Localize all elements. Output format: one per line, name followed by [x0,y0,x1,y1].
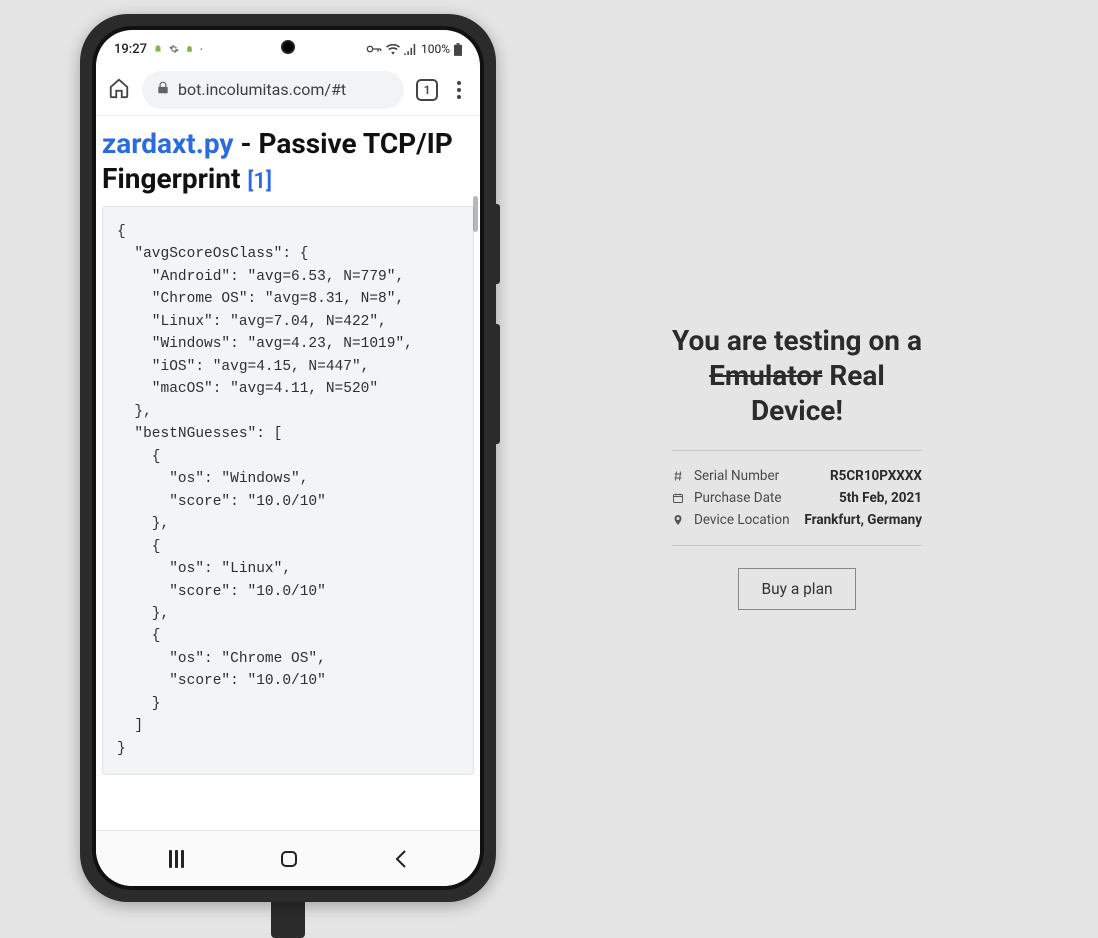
lock-icon [156,80,170,99]
dot-icon: • [200,45,203,54]
info-panel: You are testing on a Emulator Real Devic… [496,0,1098,932]
code-block: { "avgScoreOsClass": { "Android": "avg=6… [102,206,474,775]
purchase-label: Purchase Date [690,490,782,506]
phone-screen: 19:27 • [96,30,480,886]
android-icon [153,44,163,54]
android-nav-bar [96,830,480,886]
title-link[interactable]: zardaxt.py [102,127,234,160]
tab-count: 1 [424,83,431,97]
tabs-button[interactable]: 1 [416,79,438,101]
phone-mockup: 19:27 • [80,14,496,938]
meta-location: Device Location Frankfurt, Germany [672,509,922,531]
back-button[interactable] [394,849,408,869]
gear-icon [169,44,179,54]
heading-pre: You are testing on a [672,324,922,357]
buy-plan-button[interactable]: Buy a plan [738,568,855,610]
calendar-icon [672,492,690,504]
title-ref[interactable]: [1] [247,169,272,194]
browser-toolbar: bot.incolumitas.com/#t 1 [96,64,480,116]
phone-stem [271,898,305,938]
url-text: bot.incolumitas.com/#t [178,80,346,99]
info-heading: You are testing on a Emulator Real Devic… [672,323,922,428]
meta-purchase: Purchase Date 5th Feb, 2021 [672,487,922,509]
page-title: zardaxt.py - Passive TCP/IP Fingerprint … [100,126,476,206]
recent-apps-button[interactable] [169,850,184,868]
page-content[interactable]: zardaxt.py - Passive TCP/IP Fingerprint … [96,116,480,830]
status-time: 19:27 [114,42,147,57]
wifi-icon [386,44,400,55]
front-camera [281,40,295,54]
location-label: Device Location [690,512,790,528]
phone-frame: 19:27 • [80,14,496,902]
divider [672,545,922,546]
serial-label: Serial Number [690,468,779,484]
vpn-key-icon [366,44,382,54]
hash-icon [672,470,690,482]
location-icon [672,514,690,526]
divider [672,450,922,451]
battery-text: 100% [421,42,450,56]
menu-icon[interactable] [450,81,468,99]
url-bar[interactable]: bot.incolumitas.com/#t [142,71,404,109]
android-icon-small [185,45,194,54]
home-icon[interactable] [108,77,130,103]
serial-value: R5CR10PXXXX [830,468,922,484]
battery-icon [454,43,462,56]
purchase-value: 5th Feb, 2021 [839,490,922,506]
location-value: Frankfurt, Germany [804,512,922,528]
heading-strike: Emulator [709,359,822,392]
home-button[interactable] [281,851,297,867]
signal-icon [404,44,417,55]
meta-serial: Serial Number R5CR10PXXXX [672,465,922,487]
scrollbar-thumb[interactable] [473,196,478,232]
